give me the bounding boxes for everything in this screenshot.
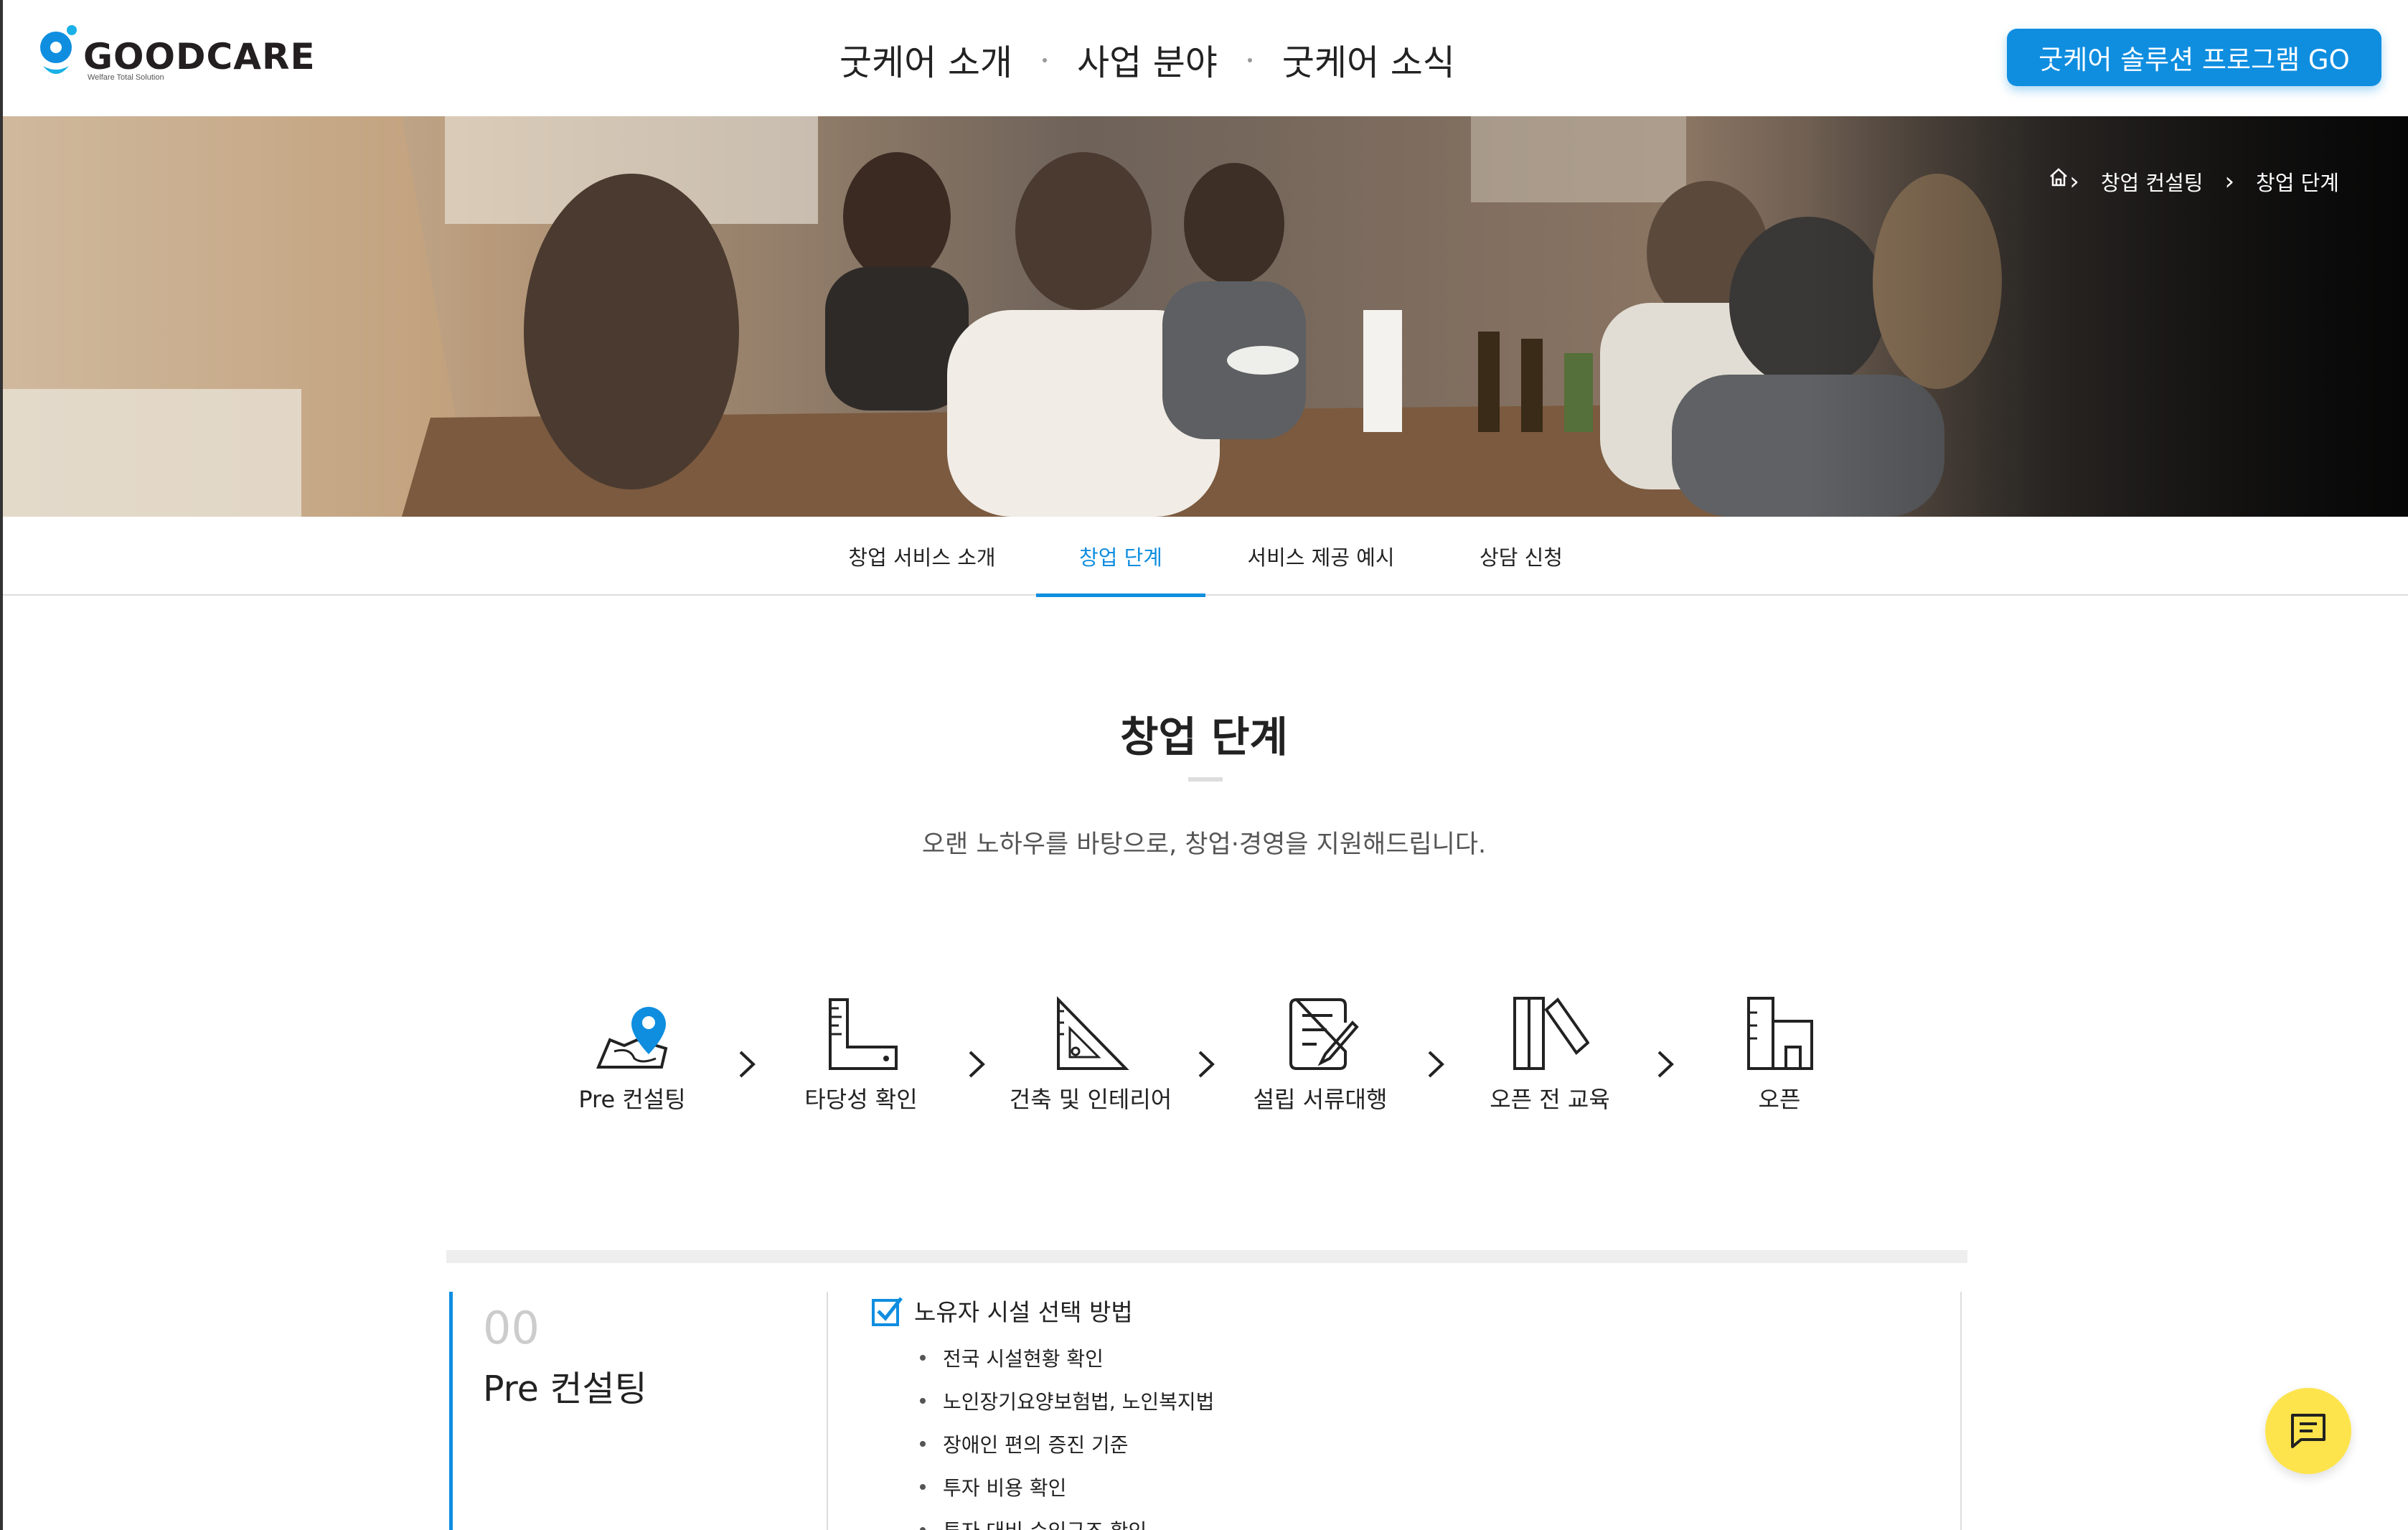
list-item: 투자 대비 수익구조 확인 bbox=[920, 1508, 1214, 1530]
solution-program-go-button[interactable]: 굿케어 솔루션 프로그램 GO bbox=[2007, 29, 2381, 86]
list-item: 노인장기요양보험법, 노인복지법 bbox=[920, 1379, 1214, 1422]
bullet-dot-icon bbox=[920, 1484, 926, 1490]
bullet-dot-icon bbox=[920, 1441, 926, 1447]
home-icon[interactable] bbox=[2048, 166, 2069, 188]
detail-top-bar bbox=[446, 1250, 1967, 1263]
step-label: Pre 컨설팅 bbox=[578, 1086, 686, 1113]
document-pen-icon bbox=[1289, 998, 1359, 1070]
chat-button[interactable] bbox=[2265, 1388, 2351, 1474]
chevron-right-icon bbox=[739, 1051, 756, 1078]
step-construction-interior[interactable]: 건축 및 인테리어 bbox=[990, 994, 1191, 1114]
title-divider bbox=[1188, 777, 1223, 782]
breadcrumb-chevron-icon: › bbox=[2069, 167, 2079, 196]
chevron-right-icon bbox=[1198, 1051, 1215, 1078]
goodcare-logo[interactable]: GOODCARE Welfare Total Solution bbox=[37, 22, 315, 93]
detail-divider bbox=[1960, 1292, 1962, 1530]
breadcrumb: › 창업 컨설팅 › 창업 단계 bbox=[2048, 166, 2339, 197]
books-icon bbox=[1513, 997, 1589, 1070]
list-item-text: 투자 대비 수익구조 확인 bbox=[943, 1516, 1147, 1530]
logo-tagline: Welfare Total Solution bbox=[88, 73, 164, 82]
building-icon bbox=[1747, 997, 1813, 1070]
step-feasibility[interactable]: 타당성 확인 bbox=[761, 994, 961, 1114]
detail-divider bbox=[827, 1292, 828, 1530]
list-item: 장애인 편의 증진 기준 bbox=[920, 1422, 1214, 1465]
breadcrumb-item-startup-consulting[interactable]: 창업 컨설팅 bbox=[2101, 166, 2204, 197]
step-label: 오픈 전 교육 bbox=[1490, 1086, 1610, 1113]
tab-startup-stage[interactable]: 창업 단계 bbox=[1036, 517, 1205, 597]
chat-bubble-icon bbox=[2291, 1414, 2325, 1448]
detail-bullet-list: 전국 시설현황 확인 노인장기요양보험법, 노인복지법 장애인 편의 증진 기준… bbox=[920, 1336, 1214, 1530]
chevron-right-icon bbox=[1657, 1051, 1674, 1078]
set-square-icon bbox=[1057, 996, 1129, 1070]
gnb-separator bbox=[1042, 57, 1047, 62]
tab-startup-service-intro[interactable]: 창업 서비스 소개 bbox=[832, 517, 1012, 596]
step-label: 타당성 확인 bbox=[804, 1086, 918, 1113]
checkbox-checked-icon bbox=[872, 1297, 903, 1326]
list-item-text: 노인장기요양보험법, 노인복지법 bbox=[943, 1390, 1215, 1414]
list-item-text: 전국 시설현황 확인 bbox=[943, 1347, 1104, 1371]
checklist-title-text: 노유자 시설 선택 방법 bbox=[914, 1298, 1133, 1326]
step-pre-open-training[interactable]: 오픈 전 교육 bbox=[1449, 994, 1650, 1114]
logo-wordmark: GOODCARE bbox=[83, 36, 316, 78]
page-description: 오랜 노하우를 바탕으로, 창업·경영을 지원해드립니다. bbox=[921, 830, 1487, 859]
list-item-text: 장애인 편의 증진 기준 bbox=[943, 1433, 1129, 1457]
bullet-dot-icon bbox=[920, 1398, 926, 1404]
step-pre-consulting[interactable]: Pre 컨설팅 bbox=[532, 994, 733, 1114]
step-document-agency[interactable]: 설립 서류대행 bbox=[1220, 994, 1421, 1114]
detail-step-number: 00 bbox=[483, 1302, 540, 1354]
ruler-icon bbox=[829, 998, 898, 1070]
page-title: 창업 단계 bbox=[1120, 713, 1288, 761]
tab-consultation-request[interactable]: 상담 신청 bbox=[1442, 517, 1600, 596]
bullet-dot-icon bbox=[920, 1355, 926, 1361]
bullet-dot-icon bbox=[920, 1527, 926, 1530]
gnb-separator bbox=[1247, 57, 1252, 62]
logo-mark-icon bbox=[40, 25, 77, 74]
gnb-item-news[interactable]: 굿케어 소식 bbox=[1282, 34, 1455, 85]
chevron-right-icon bbox=[1428, 1051, 1444, 1078]
step-open[interactable]: 오픈 bbox=[1679, 994, 1880, 1114]
site-header: GOODCARE Welfare Total Solution 굿케어 소개 사… bbox=[0, 0, 2408, 116]
hero-banner: › 창업 컨설팅 › 창업 단계 bbox=[0, 116, 2408, 517]
tab-service-examples[interactable]: 서비스 제공 예시 bbox=[1231, 517, 1411, 596]
list-item: 전국 시설현황 확인 bbox=[920, 1336, 1214, 1379]
list-item: 투자 비용 확인 bbox=[920, 1465, 1214, 1508]
breadcrumb-chevron-icon: › bbox=[2224, 167, 2235, 196]
step-label: 건축 및 인테리어 bbox=[1009, 1086, 1172, 1113]
gnb-item-business[interactable]: 사업 분야 bbox=[1077, 34, 1218, 85]
breadcrumb-item-startup-stage[interactable]: 창업 단계 bbox=[2256, 166, 2339, 197]
window-frame-left bbox=[0, 0, 3, 1530]
hero-photo bbox=[0, 116, 2408, 517]
list-item-text: 투자 비용 확인 bbox=[943, 1476, 1067, 1500]
sub-navigation: 창업 서비스 소개 창업 단계 서비스 제공 예시 상담 신청 bbox=[0, 517, 2408, 597]
step-label: 오픈 bbox=[1758, 1086, 1801, 1113]
chevron-right-icon bbox=[969, 1051, 985, 1078]
gnb-item-about[interactable]: 굿케어 소개 bbox=[839, 34, 1012, 85]
global-nav: 굿케어 소개 사업 분야 굿케어 소식 bbox=[839, 34, 1455, 85]
map-pin-icon bbox=[596, 1007, 668, 1069]
detail-step-header: 00 Pre 컨설팅 bbox=[449, 1292, 825, 1530]
step-label: 설립 서류대행 bbox=[1253, 1086, 1388, 1113]
detail-checklist-title: 노유자 시설 선택 방법 bbox=[871, 1293, 1133, 1328]
detail-step-name: Pre 컨설팅 bbox=[483, 1369, 647, 1409]
